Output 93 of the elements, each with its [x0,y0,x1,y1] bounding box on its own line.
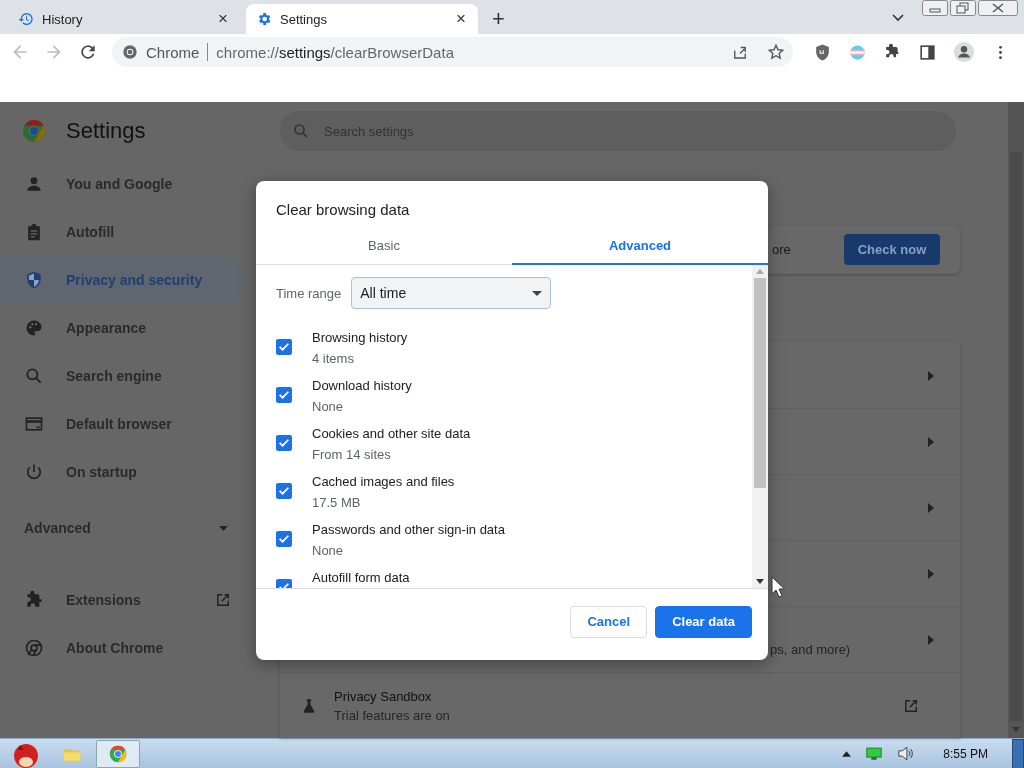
network-icon[interactable] [865,746,884,761]
time-range-select[interactable]: All time [351,277,552,309]
option-label: Passwords and other sign-in data [312,522,505,537]
checkbox[interactable] [276,387,292,403]
checkbox[interactable] [276,483,292,499]
option-label: Cached images and files [312,474,455,489]
option-detail: 4 items [312,351,355,366]
history-icon [18,11,34,27]
sidebar-link[interactable]: About Chrome [0,624,246,672]
checkbox[interactable] [276,339,292,355]
sidebar-item[interactable]: Appearance [0,304,246,352]
option-label: Browsing history [312,330,408,345]
chevron-down-icon[interactable] [892,14,904,22]
sidebar-item[interactable]: You and Google [0,160,246,208]
checkbox[interactable] [276,531,292,547]
arrow-right-icon[interactable] [928,634,934,645]
caret-icon [219,525,228,531]
arrow-right-icon[interactable] [928,502,934,513]
chrome-icon [24,638,44,658]
chrome-icon [108,743,128,764]
shield-icon[interactable] [813,42,832,62]
scrollbar[interactable] [1008,102,1024,738]
browser-icon [24,414,44,434]
dialog-tab[interactable]: Advanced [512,228,768,265]
dialog-scrollbar[interactable] [752,265,768,588]
cancel-button[interactable]: Cancel [570,605,648,638]
chrome-icon [122,44,138,60]
clear-data-button[interactable]: Clear data [655,605,752,638]
dialog-tab[interactable]: Basic [256,228,512,265]
dropdown-arrow-icon [532,290,543,296]
chrome-logo-icon [22,119,46,143]
checkmark-icon [279,535,289,543]
arrow-right-icon[interactable] [928,370,934,381]
new-tab-button[interactable]: + [484,4,513,34]
cursor-icon [771,576,785,598]
checkmark-icon [279,343,289,351]
gear-icon [256,11,272,27]
search-icon [292,122,310,140]
arrow-right-icon[interactable] [928,568,934,579]
checkmark-icon [279,439,289,447]
clock: 8:55 PM [943,746,988,761]
option-label: Download history [312,378,412,393]
row-title: Privacy Sandbox [334,688,433,704]
palette-icon [24,318,44,338]
url-text: chrome://settings/clearBrowserData [216,43,454,61]
tab-close-button[interactable]: × [454,9,468,29]
site-label: Chrome [146,43,200,61]
reload-button[interactable] [78,42,98,62]
browser-tab[interactable]: History × [8,4,240,34]
speaker-icon[interactable] [897,746,916,761]
checkmark-icon [279,487,289,495]
sidebar-item[interactable]: Autofill [0,208,246,256]
tab-title: Settings [280,11,328,27]
star-icon[interactable] [767,43,785,61]
dialog-title: Clear browsing data [275,200,411,220]
sidebar-item[interactable]: Default browser [0,400,246,448]
profile-icon[interactable] [953,41,975,63]
option-label: Cookies and other site data [312,426,471,441]
restore-button[interactable] [950,0,976,16]
card-text: ore [772,242,791,257]
sidebar-item[interactable]: On startup [0,448,246,496]
arrow-right-icon[interactable] [928,436,934,447]
advanced-toggle[interactable]: Advanced [0,504,256,552]
tray-expand-icon[interactable] [842,750,852,757]
power-icon [24,462,44,482]
minimize-button[interactable] [922,0,948,16]
row-subtitle: Trial features are on [334,707,450,723]
tab-title: History [42,11,84,27]
search-icon [24,366,44,386]
option-detail: From 14 sites [312,447,392,462]
settings-title: Settings [66,118,146,144]
puzzle-icon [24,590,44,610]
close-button[interactable] [978,0,1018,16]
address-bar[interactable]: Chrome chrome://settings/clearBrowserData [112,37,793,67]
side-panel-icon[interactable] [918,42,937,62]
checkmark-icon [279,391,289,399]
show-desktop-button[interactable] [1012,738,1024,768]
check-now-button[interactable]: Check now [844,234,940,265]
browser-tab[interactable]: Settings × [246,4,478,34]
option-detail: 17.5 MB [312,495,362,510]
option-detail: None [312,399,345,414]
checkbox[interactable] [276,435,292,451]
sidebar-item[interactable]: Search engine [0,352,246,400]
scroll-down-icon[interactable] [756,579,764,584]
shield-icon [24,270,44,290]
row-description: ps, and more) [770,642,851,657]
option-label: Autofill form data [312,570,410,585]
time-range-label: Time range [276,285,342,301]
taskbar-app-button[interactable] [96,739,140,768]
option-detail: None [312,543,345,558]
person-icon [24,174,44,194]
tab-close-button[interactable]: × [216,9,230,29]
sidebar-link[interactable]: Extensions [0,576,246,624]
